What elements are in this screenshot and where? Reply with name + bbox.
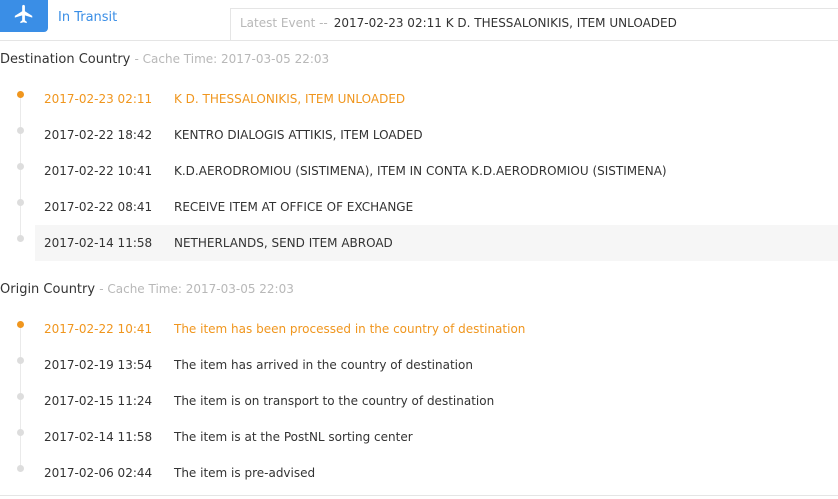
timeline-event: 2017-02-14 11:58 The item is at the Post… — [0, 419, 838, 455]
latest-event-text: 2017-02-23 02:11 K D. THESSALONIKIS, ITE… — [333, 16, 677, 30]
timeline-dot — [17, 235, 24, 242]
timeline-dot — [17, 465, 24, 472]
cache-time: - Cache Time: 2017-03-05 22:03 — [134, 52, 330, 66]
status-tile — [0, 0, 48, 32]
timeline-event: 2017-02-22 08:41 RECEIVE ITEM AT OFFICE … — [0, 189, 838, 225]
timeline-event: 2017-02-22 10:41 K.D.AERODROMIOU (SISTIM… — [0, 153, 838, 189]
event-time: 2017-02-23 02:11 — [44, 92, 153, 106]
event-description: RECEIVE ITEM AT OFFICE OF EXCHANGE — [174, 200, 414, 214]
event-description: The item has arrived in the country of d… — [174, 358, 473, 372]
status-label: In Transit — [58, 10, 118, 25]
timeline-dot — [17, 321, 24, 328]
destination-timeline: 2017-02-23 02:11 K D. THESSALONIKIS, ITE… — [0, 81, 838, 261]
origin-country-header: Origin Country - Cache Time: 2017-03-05 … — [0, 282, 294, 297]
event-time: 2017-02-15 11:24 — [44, 394, 153, 408]
event-time: 2017-02-14 11:58 — [44, 236, 153, 250]
event-description: K.D.AERODROMIOU (SISTIMENA), ITEM IN CON… — [174, 164, 667, 178]
event-description: KENTRO DIALOGIS ATTIKIS, ITEM LOADED — [174, 128, 423, 142]
cache-time: - Cache Time: 2017-03-05 22:03 — [99, 282, 294, 296]
event-time: 2017-02-19 13:54 — [44, 358, 153, 372]
timeline-event: 2017-02-19 13:54 The item has arrived in… — [0, 347, 838, 383]
event-time: 2017-02-22 08:41 — [44, 200, 153, 214]
section-title: Destination Country — [0, 52, 131, 67]
latest-event-prefix: Latest Event -- — [240, 16, 328, 30]
timeline-dot — [17, 91, 24, 98]
event-description: The item is pre-advised — [174, 466, 316, 480]
timeline-dot — [17, 199, 24, 206]
airplane-icon — [13, 3, 35, 29]
event-description: The item is on transport to the country … — [174, 394, 495, 408]
timeline-event: 2017-02-06 02:44 The item is pre-advised — [0, 455, 838, 491]
divider — [0, 495, 838, 496]
origin-timeline: 2017-02-22 10:41 The item has been proce… — [0, 311, 838, 491]
section-title: Origin Country — [0, 282, 96, 297]
event-description: The item is at the PostNL sorting center — [174, 430, 413, 444]
destination-country-header: Destination Country - Cache Time: 2017-0… — [0, 52, 329, 67]
event-description: The item has been processed in the count… — [174, 322, 526, 336]
tracking-summary-bar: In Transit Latest Event -- 2017-02-23 02:… — [0, 0, 838, 41]
event-time: 2017-02-06 02:44 — [44, 466, 153, 480]
event-description: NETHERLANDS, SEND ITEM ABROAD — [174, 236, 393, 250]
timeline-event: 2017-02-22 10:41 The item has been proce… — [0, 311, 838, 347]
event-time: 2017-02-22 10:41 — [44, 164, 153, 178]
event-description: K D. THESSALONIKIS, ITEM UNLOADED — [174, 92, 406, 106]
timeline-event: 2017-02-15 11:24 The item is on transpor… — [0, 383, 838, 419]
timeline-dot — [17, 429, 24, 436]
timeline-event: 2017-02-23 02:11 K D. THESSALONIKIS, ITE… — [0, 81, 838, 117]
timeline-dot — [17, 163, 24, 170]
timeline-dot — [17, 357, 24, 364]
event-time: 2017-02-22 10:41 — [44, 322, 153, 336]
event-time: 2017-02-14 11:58 — [44, 430, 153, 444]
timeline-event-hovered: 2017-02-14 11:58 NETHERLANDS, SEND ITEM … — [17, 225, 838, 261]
timeline-event: 2017-02-22 18:42 KENTRO DIALOGIS ATTIKIS… — [0, 117, 838, 153]
timeline-dot — [17, 393, 24, 400]
latest-event: Latest Event -- 2017-02-23 02:11 K D. THE… — [230, 8, 838, 41]
event-time: 2017-02-22 18:42 — [44, 128, 153, 142]
timeline-dot — [17, 127, 24, 134]
